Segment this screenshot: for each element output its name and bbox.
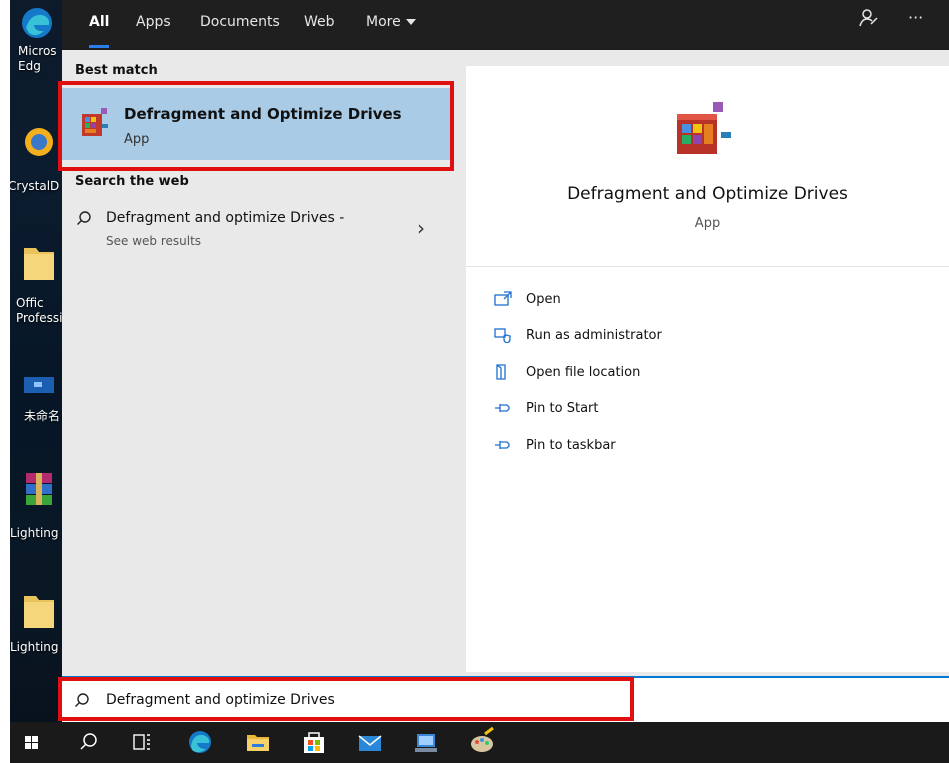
feedback-icon[interactable]: [858, 8, 878, 28]
pin-icon: [495, 404, 510, 412]
web-result-title: Defragment and optimize Drives -: [106, 210, 345, 226]
edge-icon[interactable]: [178, 722, 222, 763]
action-label: Open file location: [526, 365, 641, 380]
window-icon: [24, 377, 54, 393]
tab-web[interactable]: Web: [304, 0, 335, 50]
search-web-heading: Search the web: [75, 174, 189, 189]
desktop-icon-label: Lighting: [10, 526, 59, 540]
shield-icon: [494, 328, 511, 343]
tab-all[interactable]: All: [89, 0, 110, 50]
mail-icon[interactable]: [348, 722, 392, 763]
highlight-search-box: [58, 677, 634, 721]
crystaldisk-icon: [25, 128, 53, 156]
desktop-icon-label: Offic Professi: [16, 296, 62, 325]
paint-icon[interactable]: [460, 722, 504, 763]
preview-title: Defragment and Optimize Drives: [567, 184, 848, 204]
highlight-best-match: [58, 81, 454, 171]
tab-documents[interactable]: Documents: [200, 0, 280, 50]
task-view-icon[interactable]: [120, 722, 164, 763]
defrag-app-icon: [677, 102, 731, 154]
tab-more[interactable]: More: [366, 0, 416, 50]
desktop-icon-label: Lighting: [10, 640, 59, 654]
folder-location-icon: [496, 364, 506, 380]
tab-apps[interactable]: Apps: [136, 0, 171, 50]
pin-icon: [495, 441, 510, 449]
desktop-icon-label: CrystalD: [10, 179, 60, 193]
chevron-down-icon: [405, 19, 416, 25]
more-options-icon[interactable]: ···: [908, 8, 923, 27]
best-match-heading: Best match: [75, 63, 158, 78]
desktop-icon-label: Micros Edg: [18, 44, 57, 73]
folder-icon: [24, 596, 54, 628]
store-icon[interactable]: [292, 722, 336, 763]
file-explorer-icon[interactable]: [236, 722, 280, 763]
screen: Micros Edg CrystalD Offic Professi 未命名 L…: [0, 0, 949, 763]
folder-icon: [24, 248, 54, 280]
tab-more-label: More: [366, 14, 401, 30]
action-label: Run as administrator: [526, 328, 662, 343]
preview-subtitle: App: [694, 216, 721, 231]
edge-icon: [22, 8, 52, 38]
chevron-right-icon[interactable]: ›: [417, 216, 425, 240]
action-label: Open: [526, 292, 561, 307]
search-icon: [77, 211, 91, 225]
network-app-icon[interactable]: [404, 722, 448, 763]
preview-pane: Defragment and Optimize Drives App Open …: [466, 66, 949, 672]
winrar-icon: [26, 473, 52, 505]
divider: [466, 266, 949, 267]
windows-start-icon[interactable]: [10, 722, 54, 763]
action-label: Pin to Start: [526, 401, 599, 416]
web-result-subtitle: See web results: [106, 234, 202, 248]
action-label: Pin to taskbar: [526, 438, 616, 453]
search-tabs-bar: All Apps Documents Web More ···: [62, 0, 949, 50]
taskbar: [10, 722, 949, 763]
desktop: Micros Edg CrystalD Offic Professi 未命名 L…: [10, 0, 62, 722]
search-icon[interactable]: [66, 722, 110, 763]
open-icon: [494, 291, 512, 306]
web-result[interactable]: Defragment and optimize Drives - See web…: [62, 200, 454, 260]
desktop-icon-label: 未命名: [24, 409, 61, 423]
